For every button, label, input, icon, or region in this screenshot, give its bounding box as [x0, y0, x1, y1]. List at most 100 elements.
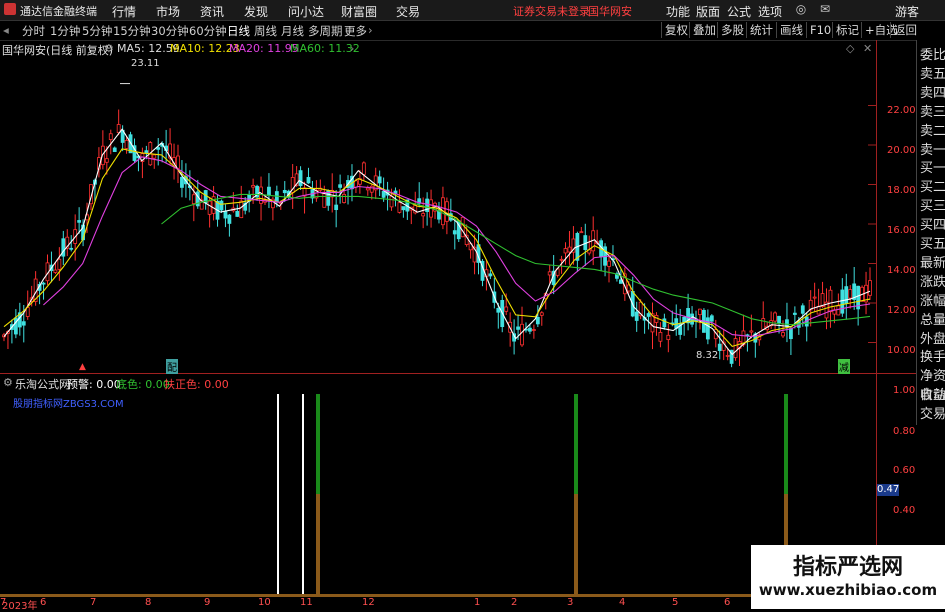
indicator-chart[interactable]	[0, 374, 877, 598]
period-toolbar: ◂ 分时 1分钟 5分钟 15分钟 30分钟 60分钟 日线 周线 月线 多周期…	[0, 21, 945, 41]
candle-body	[180, 176, 184, 188]
candle-body	[516, 326, 520, 330]
candle-body	[662, 318, 667, 328]
btn-diejia[interactable]: 叠加	[689, 22, 719, 38]
candle-body	[567, 246, 572, 253]
btn-biaoji[interactable]: 标记	[832, 22, 862, 38]
headset-icon[interactable]: ◎	[794, 2, 808, 16]
candle-body	[219, 200, 224, 211]
menu-wenxiaoda[interactable]: 问小达	[288, 3, 324, 20]
period-fenshi[interactable]: 分时	[22, 23, 45, 39]
btn-fanhui[interactable]: 返回	[890, 22, 920, 38]
signal-brown-bar	[574, 494, 578, 594]
signal-white-bar	[302, 394, 304, 594]
candle-body	[709, 315, 714, 322]
more-arrow-icon[interactable]: ›	[368, 23, 373, 37]
ma20-label: MA20: 11.95	[229, 42, 299, 55]
menu-gongshi[interactable]: 公式	[727, 3, 751, 20]
candle-body	[21, 321, 26, 326]
candle-body	[397, 202, 402, 213]
current-stock-name: 国华网安	[588, 5, 632, 18]
x-tick: 10	[258, 597, 271, 608]
settings-gear-icon[interactable]: ⚙	[104, 42, 114, 55]
candle-body	[520, 323, 524, 346]
close-icon[interactable]: ✕	[863, 42, 872, 55]
candle-body	[607, 260, 611, 267]
order-panel-item: 买三	[920, 199, 945, 215]
period-15min[interactable]: 15分钟	[113, 23, 151, 39]
candle-body	[342, 194, 346, 203]
candle-body	[326, 190, 331, 206]
menu-banmian[interactable]: 版面	[696, 3, 720, 20]
candle-body	[57, 258, 62, 270]
period-30min[interactable]: 30分钟	[151, 23, 189, 39]
candle-body	[365, 187, 370, 191]
candle-body	[124, 140, 129, 149]
login-notice[interactable]: 证券交易未登录	[513, 3, 590, 19]
candle-body	[717, 343, 722, 351]
app-title: 通达信金融终端	[20, 5, 97, 18]
period-5min[interactable]: 5分钟	[82, 23, 112, 39]
user-label[interactable]: 游客	[895, 3, 919, 20]
candle-body	[828, 289, 833, 313]
candle-body	[152, 154, 157, 159]
period-monthly[interactable]: 月线	[281, 23, 304, 39]
candle-body	[531, 329, 536, 331]
candle-body	[800, 305, 805, 314]
menu-shichang[interactable]: 市场	[156, 3, 180, 20]
candle-body	[785, 319, 789, 327]
btn-tongji[interactable]: 统计	[746, 22, 776, 38]
btn-duogu[interactable]: 多股	[717, 22, 747, 38]
btn-fuquan[interactable]: 复权	[661, 22, 691, 38]
menu-hangqing[interactable]: 行情	[112, 3, 136, 20]
ytick-12: 12.00	[887, 305, 916, 316]
btn-huaxian[interactable]: 画线	[776, 22, 806, 38]
kline-chart[interactable]	[0, 58, 880, 374]
candle-body	[579, 231, 584, 234]
candle-body	[223, 211, 228, 219]
candle-body	[666, 334, 671, 341]
menu-zixun[interactable]: 资讯	[200, 3, 224, 20]
ytick-18: 18.00	[887, 185, 916, 196]
period-more[interactable]: 更多	[344, 23, 367, 39]
menu-gongneng[interactable]: 功能	[666, 3, 690, 20]
x-tick: 7	[0, 597, 7, 608]
period-60min[interactable]: 60分钟	[189, 23, 227, 39]
candle-body	[528, 327, 532, 332]
period-1min[interactable]: 1分钟	[50, 23, 80, 39]
sub-current-value: 0.47	[877, 484, 900, 496]
candle-body	[777, 315, 781, 324]
period-multi[interactable]: 多周期	[308, 23, 343, 39]
menu-caifuquan[interactable]: 财富圈	[341, 3, 377, 20]
btn-f10[interactable]: F10	[806, 22, 834, 38]
order-panel-item: 涨跌	[920, 274, 945, 290]
candle-body	[749, 330, 754, 333]
expand-icon[interactable]: ›	[350, 42, 354, 55]
menu-faxian[interactable]: 发现	[244, 3, 268, 20]
candle-body	[354, 180, 358, 188]
period-daily[interactable]: 日线	[227, 23, 250, 39]
order-panel-item: 买一	[920, 161, 945, 177]
period-weekly[interactable]: 周线	[254, 23, 277, 39]
order-panel-item: 最新	[920, 255, 945, 271]
menu-jiaoyi[interactable]: 交易	[396, 3, 420, 20]
ytick-16: 16.00	[887, 225, 916, 236]
candle-body	[176, 155, 180, 169]
sub-ytick-08: 0.80	[893, 426, 916, 437]
candle-body	[251, 185, 256, 188]
menu-xuanxiang[interactable]: 选项	[758, 3, 782, 20]
x-tick: 5	[672, 597, 679, 608]
ytick-22: 22.00	[887, 105, 916, 116]
candle-body	[207, 200, 212, 215]
mail-icon[interactable]: ✉	[818, 2, 832, 16]
high-price-label: 23.11	[131, 58, 160, 69]
candle-body	[377, 176, 382, 184]
collapse-icon[interactable]: ◂	[3, 23, 9, 37]
x-baseline	[0, 594, 877, 597]
candle-body	[698, 308, 702, 316]
diamond-icon[interactable]: ◇	[846, 42, 854, 55]
candle-body	[421, 213, 426, 217]
sub-ytick-04: 0.40	[893, 505, 916, 516]
candle-body	[69, 247, 74, 250]
candle-body	[547, 271, 552, 276]
